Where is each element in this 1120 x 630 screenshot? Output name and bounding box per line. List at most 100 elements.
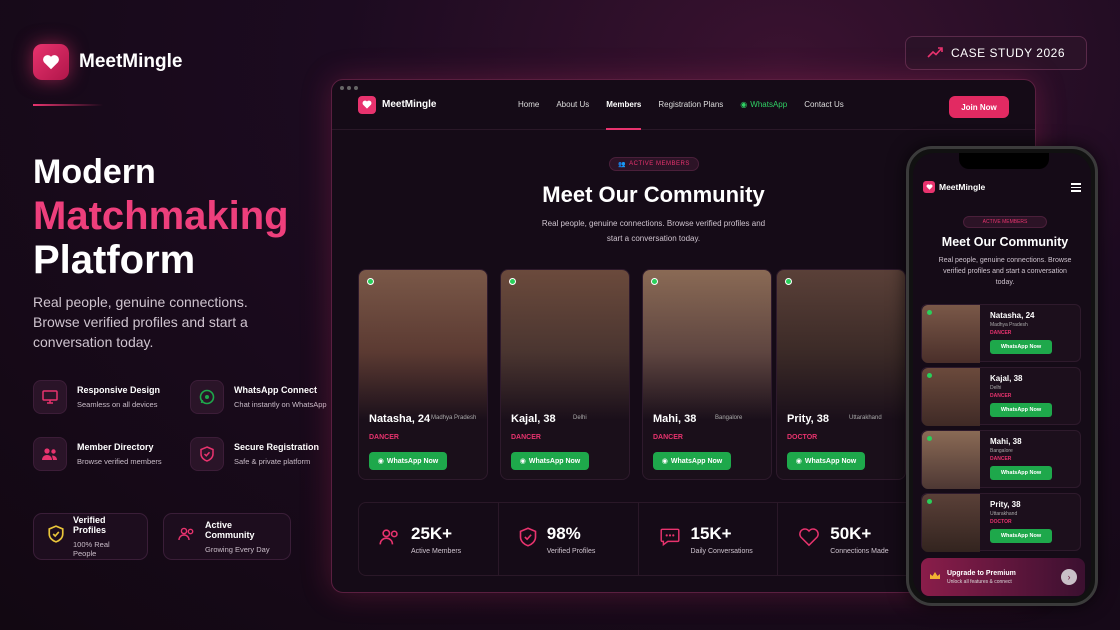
mobile-active-members-pill: ACTIVE MEMBERS <box>963 216 1047 228</box>
stat-label: Daily Conversations <box>690 547 753 555</box>
feature-responsive: Responsive Design Seamless on all devices <box>33 380 160 414</box>
phone-screen: MeetMingle ACTIVE MEMBERS Meet Our Commu… <box>913 153 1091 599</box>
online-indicator <box>927 373 932 378</box>
join-now-button[interactable]: Join Now <box>949 96 1009 118</box>
mobile-brand[interactable]: MeetMingle <box>923 181 985 193</box>
stat-value: 25K+ <box>411 523 453 543</box>
nav-link-home[interactable]: Home <box>518 80 539 130</box>
member-location: Bangalore <box>990 448 1013 454</box>
case-study-badge: CASE STUDY 2026 <box>905 36 1087 70</box>
nav-link-registration-plans[interactable]: Registration Plans <box>658 80 723 130</box>
users-icon <box>379 528 401 551</box>
feature-title: Responsive Design <box>77 385 161 395</box>
button-label: WhatsApp Now <box>670 457 723 465</box>
member-card[interactable]: Natasha, 24 Madhya Pradesh DANCER ◉ Whats… <box>358 269 488 480</box>
feature-secure: Secure Registration Safe & private platfo… <box>190 437 319 471</box>
whatsapp-now-button[interactable]: WhatsApp Now <box>990 403 1052 417</box>
stat-connections-made: 50K+ Connections Made <box>778 503 917 575</box>
member-card[interactable]: Prity, 38 Uttarakhand DOCTOR ◉ WhatsApp N… <box>776 269 906 480</box>
mobile-member-row[interactable]: Kajal, 38 Delhi DANCER WhatsApp Now <box>921 367 1081 426</box>
heart-logo-icon <box>923 181 935 193</box>
member-profession: DANCER <box>369 434 399 441</box>
feature-title: Member Directory <box>77 442 154 452</box>
whatsapp-now-button[interactable]: ◉ WhatsApp Now <box>369 452 447 470</box>
subtitle-line-1: Real people, genuine connections. Browse… <box>541 219 766 228</box>
member-location: Madhya Pradesh <box>990 322 1028 328</box>
nav-link-about[interactable]: About Us <box>556 80 589 130</box>
button-label: WhatsApp Now <box>528 457 581 465</box>
mobile-member-row[interactable]: Mahi, 38 Bangalore DANCER WhatsApp Now <box>921 430 1081 489</box>
crown-icon <box>929 568 941 586</box>
feature-sub: Seamless on all devices <box>77 400 158 409</box>
whatsapp-icon: ◉ <box>740 100 748 109</box>
mobile-member-row[interactable]: Natasha, 24 Madhya Pradesh DANCER WhatsA… <box>921 304 1081 363</box>
nav-link-contact[interactable]: Contact Us <box>804 80 844 130</box>
member-name: Natasha, 24 <box>369 413 431 425</box>
stat-verified-profiles: 98% Verified Profiles <box>499 503 639 575</box>
stat-value: 98% <box>546 523 581 543</box>
member-card[interactable]: Mahi, 38 Bangalore DANCER ◉ WhatsApp Now <box>642 269 772 480</box>
users-icon <box>178 527 196 546</box>
feature-sub: Chat instantly on WhatsApp <box>234 400 327 409</box>
heart-logo-icon <box>358 95 376 114</box>
whatsapp-now-button[interactable]: WhatsApp Now <box>990 340 1052 354</box>
divider <box>33 104 103 106</box>
mobile-section-title: Meet Our Community <box>941 235 1069 249</box>
stats-bar: 25K+ Active Members 98% Verified Profiles … <box>358 502 918 576</box>
active-members-pill: 👥 ACTIVE MEMBERS <box>609 157 699 171</box>
member-profession: DANCER <box>990 393 1012 399</box>
member-location: Uttarakhand <box>990 511 1018 517</box>
feature-sub: Browse verified members <box>77 457 162 466</box>
mobile-brand-name: MeetMingle <box>939 182 986 192</box>
stat-daily-conversations: 15K+ Daily Conversations <box>639 503 779 575</box>
badge-title: Active Community <box>205 519 255 540</box>
pill-label: ACTIVE MEMBERS <box>982 219 1028 225</box>
member-profession: DOCTOR <box>990 519 1012 525</box>
hero-line-1: Modern <box>33 153 156 191</box>
nav-brand[interactable]: MeetMingle <box>358 95 437 114</box>
whatsapp-now-button[interactable]: ◉ WhatsApp Now <box>653 452 731 470</box>
member-profession: DOCTOR <box>787 434 818 441</box>
whatsapp-icon: ◉ <box>377 458 384 465</box>
whatsapp-icon <box>190 380 224 414</box>
whatsapp-now-button[interactable]: WhatsApp Now <box>990 466 1052 480</box>
heart-icon <box>798 527 820 552</box>
pill-label: ACTIVE MEMBERS <box>629 161 690 167</box>
button-label: WhatsApp Now <box>804 457 857 465</box>
whatsapp-now-button[interactable]: WhatsApp Now <box>990 529 1052 543</box>
nav-link-whatsapp-label: WhatsApp <box>750 100 788 109</box>
heart-logo-icon <box>33 44 69 80</box>
stat-label: Active Members <box>411 547 462 555</box>
hero-title: Modern Matchmaking Platform <box>33 150 289 282</box>
online-indicator <box>927 499 932 504</box>
brand-name: MeetMingle <box>79 51 183 72</box>
chevron-right-icon[interactable]: › <box>1061 569 1077 585</box>
member-location: Madhya Pradesh <box>431 415 477 421</box>
upgrade-premium-banner[interactable]: Upgrade to Premium Unlock all features &… <box>921 558 1085 596</box>
member-location: Uttarakhand <box>849 415 882 421</box>
mobile-member-row[interactable]: Prity, 38 Uttarakhand DOCTOR WhatsApp No… <box>921 493 1081 552</box>
hamburger-menu-icon[interactable] <box>1071 183 1081 192</box>
nav-link-members[interactable]: Members <box>606 80 642 130</box>
nav-link-whatsapp[interactable]: ◉ WhatsApp <box>740 80 787 130</box>
stat-active-members: 25K+ Active Members <box>359 503 499 575</box>
badge-title: Verified Profiles <box>73 515 107 535</box>
member-name: Kajal, 38 <box>511 413 556 425</box>
feature-sub: Safe & private platform <box>234 457 311 466</box>
member-photo <box>777 270 905 420</box>
whatsapp-now-button[interactable]: ◉ WhatsApp Now <box>511 452 589 470</box>
member-profession: DANCER <box>653 434 683 441</box>
stat-value: 15K+ <box>690 523 732 543</box>
upgrade-title: Upgrade to Premium <box>947 569 1016 577</box>
feature-title: WhatsApp Connect <box>234 385 317 395</box>
member-photo <box>501 270 629 420</box>
member-photo <box>643 270 771 420</box>
nav-brand-name: MeetMingle <box>382 99 437 110</box>
badge-verified: Verified Profiles 100% Real People <box>33 513 148 560</box>
member-card[interactable]: Kajal, 38 Delhi DANCER ◉ WhatsApp Now <box>500 269 630 480</box>
member-name: Prity, 38 <box>990 500 1021 509</box>
stat-label: Connections Made <box>830 547 889 555</box>
mobile-phone-mockup: MeetMingle ACTIVE MEMBERS Meet Our Commu… <box>906 146 1098 606</box>
mobile-section-subtitle: Real people, genuine connections. Browse… <box>938 257 1072 286</box>
whatsapp-now-button[interactable]: ◉ WhatsApp Now <box>787 452 865 470</box>
